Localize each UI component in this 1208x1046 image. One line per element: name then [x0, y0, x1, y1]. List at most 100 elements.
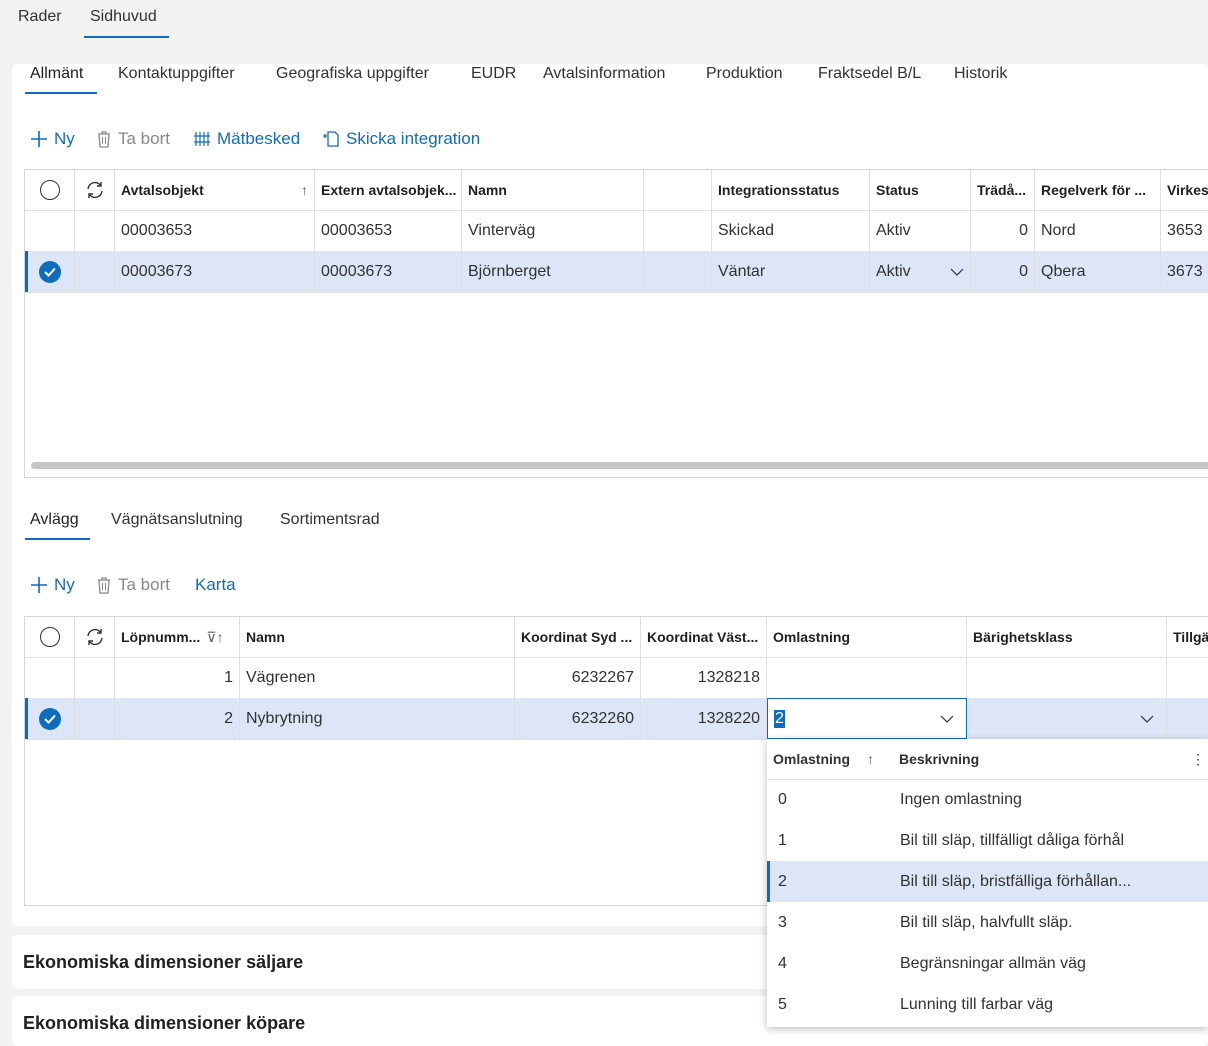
cell-empty[interactable]	[644, 251, 712, 292]
measure-button[interactable]: Mätbesked	[193, 129, 300, 149]
tab-eudr[interactable]: EUDR	[471, 65, 516, 83]
cell-koordinat-syd[interactable]: 6232260	[515, 698, 641, 739]
cell-status[interactable]: Aktiv	[870, 210, 971, 251]
map-button[interactable]: Karta	[195, 575, 236, 595]
chevron-down-icon[interactable]	[940, 715, 954, 723]
table-row[interactable]: 00003653 00003653 Vinterväg Skickad Akti…	[25, 210, 1208, 252]
send-integration-button[interactable]: Skicka integration	[322, 129, 480, 149]
cell-integrationsstatus[interactable]: Skickad	[712, 210, 870, 251]
checkmark-icon[interactable]	[38, 260, 61, 283]
checkmark-icon[interactable]	[38, 707, 61, 730]
cell-koordinat-syd[interactable]: 6232267	[515, 657, 641, 698]
lookup-option[interactable]: 5 Lunning till farbar väg	[767, 984, 1208, 1025]
new-button[interactable]: Ny	[30, 129, 75, 149]
delete-button-2[interactable]: Ta bort	[96, 575, 170, 595]
tab-produktion[interactable]: Produktion	[706, 65, 783, 83]
horizontal-scrollbar[interactable]	[31, 462, 1208, 469]
cell-lopnummer[interactable]: 1	[115, 657, 240, 698]
tab-sidhuvud[interactable]: Sidhuvud	[90, 8, 157, 26]
cell-namn[interactable]: Nybrytning	[240, 698, 515, 739]
cell-integrationsstatus[interactable]: Väntar	[712, 251, 870, 292]
row-select[interactable]	[25, 698, 75, 739]
select-all-radio[interactable]	[39, 627, 60, 647]
cell-namn[interactable]: Vinterväg	[462, 210, 644, 251]
cell-extern[interactable]: 00003653	[315, 210, 462, 251]
cell-omlastning[interactable]	[767, 657, 967, 698]
cell-virkes[interactable]: 3673	[1161, 251, 1208, 292]
col-namn[interactable]: Namn	[240, 617, 515, 657]
tab-fraktsedel[interactable]: Fraktsedel B/L	[818, 65, 921, 83]
refresh-icon[interactable]	[84, 627, 106, 647]
tab-avtalsinformation[interactable]: Avtalsinformation	[543, 65, 665, 83]
more-options-icon[interactable]: ⋮	[1191, 739, 1205, 779]
tab-sortimentsrad[interactable]: Sortimentsrad	[280, 511, 380, 529]
select-all-cell[interactable]	[25, 170, 75, 210]
table-row-selected[interactable]: 00003673 00003673 Björnberget Väntar Akt…	[25, 251, 1208, 293]
lookup-option[interactable]: 3 Bil till släp, halvfullt släp.	[767, 902, 1208, 943]
col-virkes[interactable]: Virkes	[1161, 170, 1208, 210]
refresh-icon[interactable]	[84, 180, 106, 200]
cell-regelverk[interactable]: Nord	[1035, 210, 1161, 251]
lookup-col-beskrivning[interactable]: Beskrivning	[899, 739, 979, 779]
tab-avlagg[interactable]: Avlägg	[30, 511, 79, 529]
lookup-option[interactable]: 0 Ingen omlastning	[767, 779, 1208, 820]
cell-namn[interactable]: Björnberget	[462, 251, 644, 292]
col-status[interactable]: Status	[870, 170, 971, 210]
col-integrationsstatus[interactable]: Integrationsstatus	[712, 170, 870, 210]
cell-namn[interactable]: Vägrenen	[240, 657, 515, 698]
cell-koordinat-vast[interactable]: 1328218	[641, 657, 767, 698]
regelverk-link[interactable]: Qbera	[1035, 251, 1161, 292]
col-koordinat-vast[interactable]: Koordinat Väst...	[641, 617, 767, 657]
omlastning-value[interactable]: 2	[774, 709, 785, 728]
cell-virkes[interactable]: 3653	[1161, 210, 1208, 251]
col-tradag[interactable]: Trädå...	[971, 170, 1035, 210]
row-select[interactable]	[25, 210, 75, 251]
lookup-col-omlastning[interactable]: Omlastning	[773, 739, 850, 779]
col-empty[interactable]	[644, 170, 712, 210]
cell-avtalsobjekt[interactable]: 00003673	[115, 251, 315, 292]
cell-tradag[interactable]: 0	[971, 251, 1035, 292]
delete-button[interactable]: Ta bort	[96, 129, 170, 149]
cell-barighetsklass[interactable]	[967, 657, 1167, 698]
lookup-option-selected[interactable]: 2 Bil till släp, bristfälliga förhållan.…	[767, 861, 1208, 902]
cell-avtalsobjekt[interactable]: 00003653	[115, 210, 315, 251]
cell-koordinat-vast[interactable]: 1328220	[641, 698, 767, 739]
tab-kontaktuppgifter[interactable]: Kontaktuppgifter	[118, 65, 235, 83]
col-extern[interactable]: Extern avtalsobjek...	[315, 170, 462, 210]
tab-historik[interactable]: Historik	[954, 65, 1007, 83]
col-regelverk[interactable]: Regelverk för ...	[1035, 170, 1161, 210]
select-all-radio[interactable]	[39, 180, 60, 200]
cell-extern[interactable]: 00003673	[315, 251, 462, 292]
chevron-down-icon[interactable]	[950, 268, 964, 276]
table-row-selected[interactable]: 2 Nybrytning 6232260 1328220 2	[25, 698, 1208, 740]
row-select[interactable]	[25, 657, 75, 698]
col-omlastning[interactable]: Omlastning	[767, 617, 967, 657]
tab-geografiska[interactable]: Geografiska uppgifter	[276, 65, 429, 83]
omlastning-select[interactable]: 2	[767, 698, 967, 739]
col-koordinat-syd[interactable]: Koordinat Syd ...	[515, 617, 641, 657]
chevron-down-icon[interactable]	[1140, 715, 1154, 723]
refresh-cell[interactable]	[75, 617, 115, 657]
row-select[interactable]	[25, 251, 75, 292]
col-namn[interactable]: Namn	[462, 170, 644, 210]
cell-empty[interactable]	[644, 210, 712, 251]
tab-rader[interactable]: Rader	[18, 8, 62, 26]
tab-vagnatsanslutning[interactable]: Vägnätsanslutning	[111, 511, 243, 529]
lookup-option[interactable]: 1 Bil till släp, tillfälligt dåliga förh…	[767, 820, 1208, 861]
tab-allmant[interactable]: Allmänt	[30, 65, 83, 83]
col-avtalsobjekt[interactable]: Avtalsobjekt ↑	[115, 170, 315, 210]
col-tillgang[interactable]: Tillgä	[1167, 617, 1208, 657]
select-all-cell[interactable]	[25, 617, 75, 657]
col-lopnummer[interactable]: Löpnumm... ⊽↑	[115, 617, 240, 657]
refresh-cell[interactable]	[75, 170, 115, 210]
new-button-2[interactable]: Ny	[30, 575, 75, 595]
cell-tillgang[interactable]	[1167, 657, 1208, 698]
barighetsklass-select[interactable]	[967, 698, 1167, 739]
cell-tillgang[interactable]	[1167, 698, 1208, 739]
cell-tradag[interactable]: 0	[971, 210, 1035, 251]
cell-lopnummer[interactable]: 2	[115, 698, 240, 739]
table-row[interactable]: 1 Vägrenen 6232267 1328218	[25, 657, 1208, 699]
col-barighetsklass[interactable]: Bärighetsklass	[967, 617, 1167, 657]
lookup-option[interactable]: 4 Begränsningar allmän väg	[767, 943, 1208, 984]
status-select[interactable]: Aktiv	[870, 251, 971, 292]
